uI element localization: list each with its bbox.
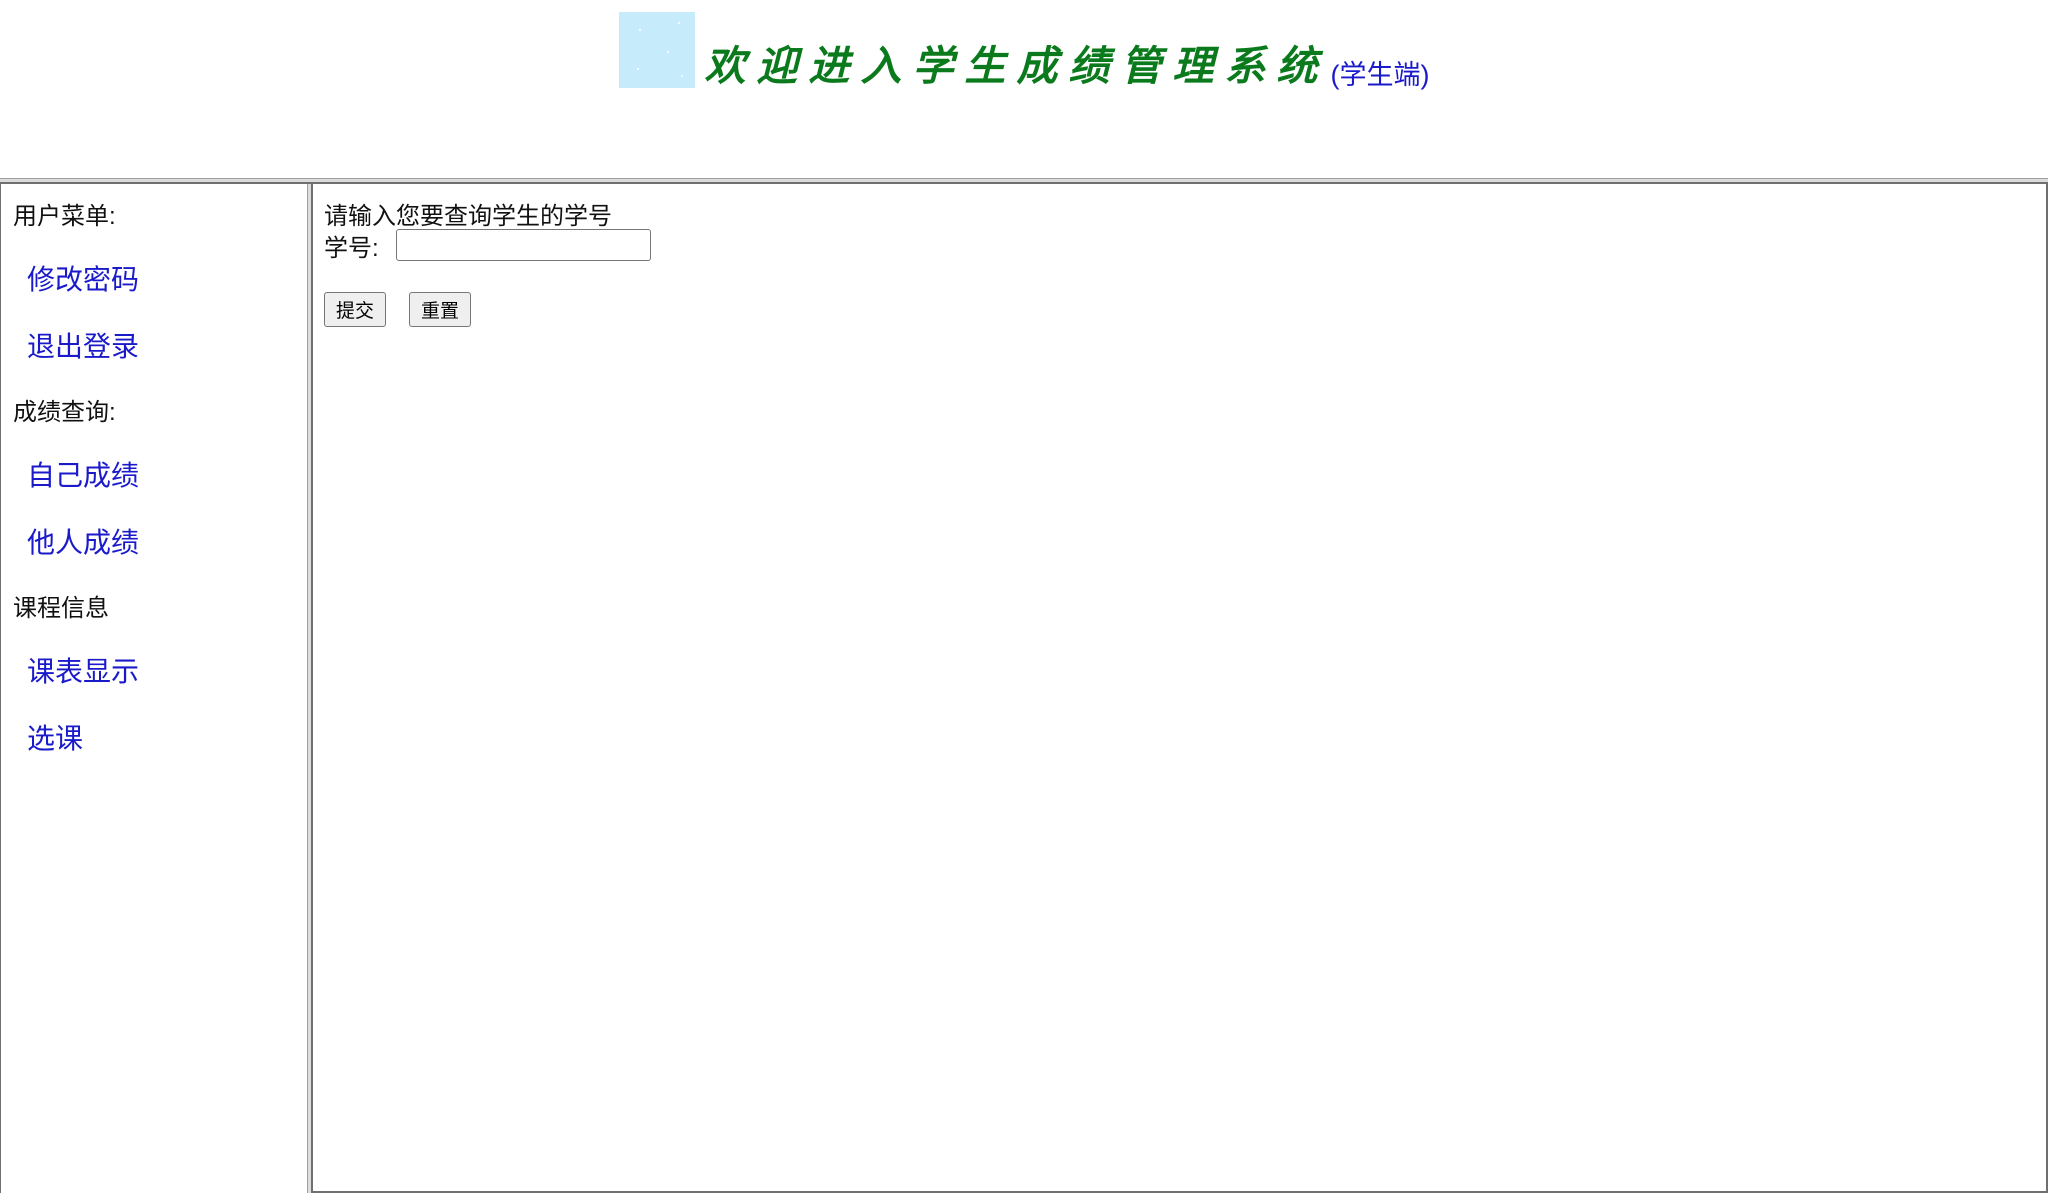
sidebar-item-my-grades[interactable]: 自己成绩 (27, 454, 139, 494)
submit-button[interactable]: 提交 (324, 292, 387, 327)
student-id-label: 学号: (324, 235, 379, 262)
menu-section-user: 用户菜单: (13, 203, 116, 230)
main-content: 请输入您要查询学生的学号 学号: 提交 重置 (313, 184, 2048, 1193)
menu-section-courses: 课程信息 (13, 595, 109, 622)
app-window: 欢迎进入学生成绩管理系统(学生端) 用户菜单: 修改密码 退出登录 成绩查询: … (0, 0, 2048, 1193)
site-subtitle: (学生端) (1330, 60, 1430, 90)
sidebar-menu: 用户菜单: 修改密码 退出登录 成绩查询: 自己成绩 他人成绩 课程信息 课表显… (0, 184, 307, 1193)
header-frame: 欢迎进入学生成绩管理系统(学生端) (0, 0, 2048, 178)
sky-tile-icon (618, 12, 695, 88)
sidebar-item-course-selection[interactable]: 选课 (27, 717, 83, 757)
site-title: 欢迎进入学生成绩管理系统 (704, 42, 1329, 90)
student-id-input[interactable] (396, 229, 651, 261)
header-banner: 欢迎进入学生成绩管理系统(学生端) (0, 12, 2048, 89)
sidebar-item-timetable[interactable]: 课表显示 (27, 650, 139, 690)
sidebar-item-other-grades[interactable]: 他人成绩 (27, 521, 139, 561)
sidebar-item-logout[interactable]: 退出登录 (27, 325, 139, 365)
menu-section-grades: 成绩查询: (13, 399, 116, 426)
reset-button[interactable]: 重置 (409, 292, 472, 327)
query-prompt: 请输入您要查询学生的学号 (324, 203, 612, 230)
sidebar-item-change-password[interactable]: 修改密码 (27, 258, 139, 298)
